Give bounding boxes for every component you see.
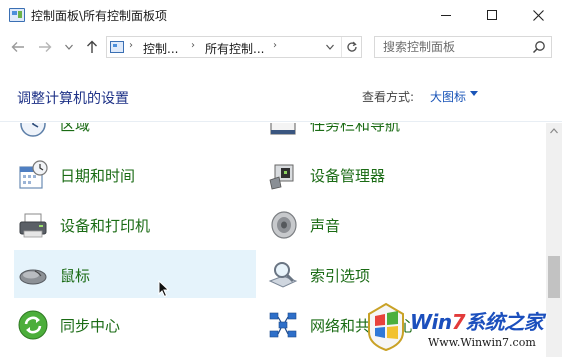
item-device-manager[interactable]: 设备管理器 — [264, 150, 506, 198]
item-label: 设备和打印机 — [60, 217, 151, 235]
recent-locations-button[interactable] — [62, 38, 76, 56]
view-by-dropdown[interactable]: 大图标 — [430, 88, 466, 105]
mouse-icon — [19, 269, 47, 285]
watermark-url: Www.Winwin7.com — [428, 336, 536, 349]
watermark-brand-seven: 7 — [451, 310, 466, 334]
maximize-icon — [487, 10, 497, 20]
index-search-icon — [268, 262, 298, 288]
region-clock-icon — [20, 123, 46, 137]
address-dropdown-button[interactable] — [321, 37, 339, 57]
item-region[interactable]: 区域 — [14, 123, 256, 147]
calendar-clock-icon — [19, 160, 48, 189]
item-label: 同步中心 — [60, 317, 121, 335]
search-input[interactable] — [375, 37, 525, 57]
back-button[interactable] — [8, 38, 28, 56]
minimize-icon — [441, 14, 451, 16]
minimize-button[interactable] — [423, 0, 469, 30]
title-bar: 控制面板\所有控制面板项 — [0, 0, 562, 30]
item-sync-center[interactable]: 同步中心 — [14, 300, 256, 348]
vertical-scrollbar[interactable] — [546, 123, 562, 357]
scroll-thumb[interactable] — [548, 256, 560, 298]
refresh-button[interactable] — [341, 37, 361, 57]
device-manager-icon — [269, 164, 294, 190]
arrow-right-icon — [39, 42, 52, 52]
breadcrumb-all-items[interactable]: 所有控制... — [205, 40, 264, 57]
close-icon — [532, 9, 544, 21]
item-mouse[interactable]: 鼠标 — [14, 250, 256, 298]
maximize-button[interactable] — [469, 0, 515, 30]
forward-button[interactable] — [36, 38, 54, 56]
watermark-brand-prefix: Win — [410, 310, 452, 334]
item-label: 区域 — [60, 123, 91, 134]
item-label: 声音 — [310, 217, 341, 235]
item-date-time[interactable]: 日期和时间 — [14, 150, 256, 198]
breadcrumb-separator[interactable]: › — [191, 40, 195, 51]
item-label: 设备管理器 — [310, 167, 386, 185]
item-label: 鼠标 — [60, 267, 91, 285]
item-taskbar[interactable]: 任务栏和导航 — [264, 123, 506, 147]
watermark-brand-suffix: 系统之家 — [465, 310, 544, 334]
chevron-down-icon — [65, 44, 73, 50]
control-panel-icon — [9, 8, 25, 22]
search-box[interactable] — [374, 36, 552, 58]
breadcrumb-control-panel[interactable]: 控制... — [143, 40, 178, 57]
chevron-up-icon — [550, 128, 558, 134]
breadcrumb-separator[interactable]: › — [273, 40, 277, 51]
content-header: 调整计算机的设置 查看方式: 大图标 — [0, 64, 562, 122]
breadcrumb-separator[interactable]: › — [129, 40, 133, 51]
item-label: 任务栏和导航 — [310, 123, 401, 134]
view-by-label: 查看方式: — [362, 90, 415, 104]
item-label: 日期和时间 — [60, 167, 136, 185]
watermark-logo-icon — [368, 302, 404, 352]
mouse-pointer-icon — [158, 280, 170, 298]
printer-icon — [19, 213, 47, 238]
item-devices-printers[interactable]: 设备和打印机 — [14, 200, 256, 248]
scroll-up-button[interactable] — [546, 123, 562, 139]
address-bar[interactable]: › 控制... › 所有控制... › — [106, 36, 362, 58]
watermark-brand: Win7系统之家 — [410, 306, 544, 335]
taskbar-icon — [270, 123, 296, 135]
speaker-icon — [271, 211, 297, 239]
sync-icon — [18, 310, 48, 340]
page-title: 调整计算机的设置 — [17, 91, 129, 107]
up-button[interactable] — [82, 38, 102, 56]
close-button[interactable] — [515, 0, 561, 30]
window-title: 控制面板\所有控制面板项 — [31, 9, 168, 23]
chevron-down-icon — [326, 44, 334, 50]
arrow-up-icon — [87, 40, 97, 53]
refresh-icon — [346, 41, 357, 52]
control-panel-icon — [110, 41, 124, 53]
navigation-bar: › 控制... › 所有控制... › — [0, 30, 562, 64]
network-icon — [269, 312, 297, 338]
search-icon[interactable] — [532, 40, 546, 54]
item-label: 索引选项 — [310, 267, 371, 285]
caret-down-icon[interactable] — [470, 91, 478, 96]
item-indexing-options[interactable]: 索引选项 — [264, 250, 506, 298]
arrow-left-icon — [11, 42, 24, 52]
item-sound[interactable]: 声音 — [264, 200, 506, 248]
